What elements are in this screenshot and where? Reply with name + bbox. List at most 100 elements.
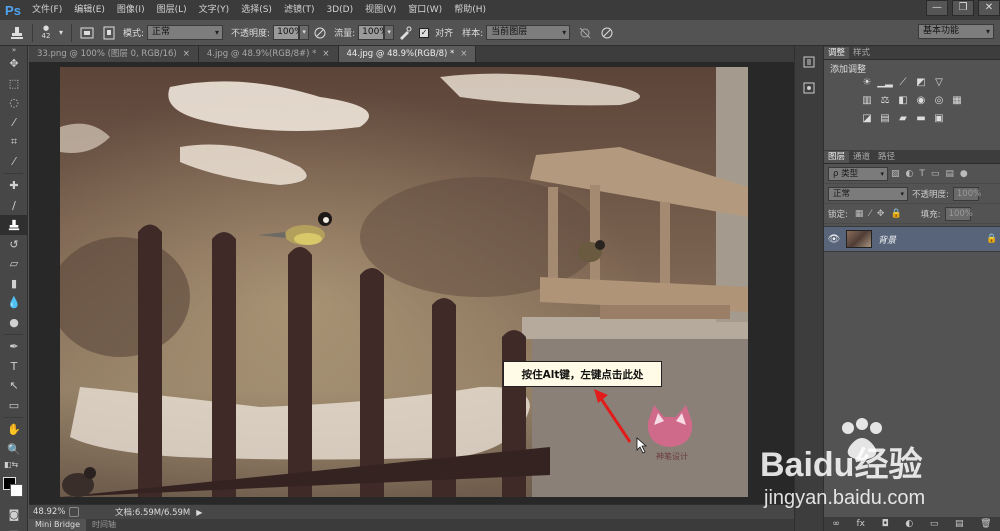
new-adjustment-icon[interactable]: ◐ — [905, 519, 913, 529]
brush-panel-toggle-icon[interactable] — [76, 23, 98, 43]
new-group-icon[interactable]: ▭ — [930, 519, 939, 529]
layer-style-icon[interactable]: fx — [856, 519, 865, 529]
workspace-select[interactable]: 基本功能 — [918, 24, 994, 39]
menu-help[interactable]: 帮助(H) — [448, 0, 492, 20]
eraser-tool-icon[interactable]: ▱ — [0, 254, 28, 274]
filter-smart-object-icon[interactable]: ▤ — [945, 169, 954, 179]
ignore-adjustment-layers-icon[interactable] — [574, 23, 596, 43]
spot-healing-tool-icon[interactable]: ✚ — [0, 176, 28, 196]
layer-kind-select[interactable]: ρ 类型 — [828, 166, 888, 181]
hue-saturation-icon[interactable]: ▥ — [858, 94, 876, 108]
blur-tool-icon[interactable]: 💧 — [0, 293, 28, 313]
tab-timeline[interactable]: 时间轴 — [86, 519, 122, 531]
canvas-area[interactable]: 神笔设计 按住Alt键，左键点击此处 — [29, 62, 794, 504]
menu-filter[interactable]: 滤镜(T) — [278, 0, 321, 20]
tab-paths[interactable]: 路径 — [874, 151, 899, 163]
history-panel-icon[interactable] — [798, 52, 820, 72]
menu-window[interactable]: 窗口(W) — [402, 0, 448, 20]
gradient-map-icon[interactable]: ▬ — [912, 112, 930, 126]
quick-selection-tool-icon[interactable]: ⁄ — [0, 113, 28, 133]
color-lookup-icon[interactable]: ▦ — [948, 94, 966, 108]
screen-mode-icon[interactable]: ▣ — [0, 525, 28, 531]
vibrance-icon[interactable]: ▽ — [930, 76, 948, 90]
restore-button[interactable]: ❐ — [952, 0, 974, 16]
move-tool-icon[interactable]: ✥ — [0, 54, 28, 74]
aligned-checkbox[interactable]: ✓ — [419, 27, 430, 38]
menu-image[interactable]: 图像(I) — [111, 0, 151, 20]
close-tab-icon[interactable]: × — [183, 46, 190, 62]
tab-layers[interactable]: 图层 — [824, 151, 850, 163]
menu-3d[interactable]: 3D(D) — [320, 0, 359, 20]
zoom-tool-icon[interactable]: 🔍 — [0, 440, 28, 460]
menu-select[interactable]: 选择(S) — [235, 0, 278, 20]
status-menu-icon[interactable] — [69, 507, 79, 517]
pen-tool-icon[interactable]: ✒ — [0, 337, 28, 357]
opacity-dropdown-icon[interactable]: ▾ — [299, 25, 310, 40]
color-balance-icon[interactable]: ⚖ — [876, 94, 894, 108]
status-arrow-icon[interactable]: ▶ — [196, 508, 202, 517]
brush-preset-picker[interactable]: ● 42 — [37, 23, 55, 43]
menu-type[interactable]: 文字(Y) — [193, 0, 236, 20]
filter-toggle-icon[interactable]: ● — [960, 169, 968, 179]
zoom-level[interactable]: 48.92% — [29, 507, 65, 517]
close-tab-icon[interactable]: × — [460, 46, 467, 62]
lock-transparent-icon[interactable]: ▦ — [855, 209, 864, 219]
clone-stamp-tool-icon[interactable] — [0, 215, 28, 235]
close-button[interactable]: ✕ — [978, 0, 1000, 16]
clone-source-panel-icon[interactable] — [98, 23, 120, 43]
brush-dropdown-icon[interactable]: ▾ — [55, 23, 67, 43]
new-layer-icon[interactable]: ▤ — [955, 519, 964, 529]
exposure-icon[interactable]: ◩ — [912, 76, 930, 90]
menu-view[interactable]: 视图(V) — [359, 0, 402, 20]
lock-all-icon[interactable]: 🔒 — [890, 209, 901, 219]
type-tool-icon[interactable]: T — [0, 357, 28, 377]
tablet-pressure-size-icon[interactable] — [596, 23, 618, 43]
document-canvas[interactable]: 神笔设计 按住Alt键，左键点击此处 — [60, 67, 748, 497]
curves-icon[interactable]: ⟋ — [894, 76, 912, 90]
brush-tool-icon[interactable]: ∕ — [0, 196, 28, 216]
tab-channels[interactable]: 通道 — [849, 151, 874, 163]
marquee-tool-icon[interactable]: ⬚ — [0, 74, 28, 94]
gradient-tool-icon[interactable]: ▮ — [0, 274, 28, 294]
hand-tool-icon[interactable]: ✋ — [0, 420, 28, 440]
sample-select[interactable]: 当前图层 — [486, 25, 571, 40]
delete-layer-icon[interactable]: 🗑 — [980, 519, 991, 529]
quick-mask-icon[interactable]: ◙ — [0, 505, 28, 525]
airbrush-icon[interactable] — [394, 23, 416, 43]
tab-adjustments[interactable]: 调整 — [824, 47, 850, 59]
mode-select[interactable]: 正常 — [147, 25, 224, 40]
add-mask-icon[interactable]: ◘ — [882, 519, 889, 529]
threshold-icon[interactable]: ▰ — [894, 112, 912, 126]
layer-opacity-input[interactable]: 100% — [952, 186, 981, 201]
crop-tool-icon[interactable]: ⌗ — [0, 132, 28, 152]
path-selection-tool-icon[interactable]: ↖ — [0, 376, 28, 396]
document-tab[interactable]: 33.png @ 100% (图层 0, RGB/16) × — [29, 46, 199, 62]
dodge-tool-icon[interactable]: ● — [0, 313, 28, 333]
lock-position-icon[interactable]: ✥ — [877, 209, 885, 219]
fill-input[interactable]: 100% — [944, 206, 973, 221]
lock-pixels-icon[interactable]: ⁄ — [869, 209, 871, 219]
filter-type-icon[interactable]: T — [919, 169, 925, 179]
channel-mixer-icon[interactable]: ◎ — [930, 94, 948, 108]
clone-stamp-tool-preset-icon[interactable] — [6, 23, 28, 43]
filter-pixel-icon[interactable]: ▧ — [891, 169, 900, 179]
lasso-tool-icon[interactable]: ◌ — [0, 93, 28, 113]
flow-input[interactable]: 100% — [358, 25, 388, 40]
default-colors-icon[interactable]: ◧⇆ — [0, 459, 28, 469]
layer-row-background[interactable]: 👁 背景 🔒 — [824, 226, 1000, 252]
flow-dropdown-icon[interactable]: ▾ — [384, 25, 395, 40]
document-tab-active[interactable]: 44.jpg @ 48.9%(RGB/8) * × — [338, 46, 477, 62]
minimize-button[interactable]: — — [926, 0, 948, 16]
filter-shape-icon[interactable]: ▭ — [931, 169, 940, 179]
shape-tool-icon[interactable]: ▭ — [0, 396, 28, 416]
invert-icon[interactable]: ◪ — [858, 112, 876, 126]
properties-panel-icon[interactable] — [798, 78, 820, 98]
menu-layer[interactable]: 图层(L) — [151, 0, 193, 20]
history-brush-tool-icon[interactable]: ↺ — [0, 235, 28, 255]
eyedropper-tool-icon[interactable]: ⁄ — [0, 152, 28, 172]
visibility-eye-icon[interactable]: 👁 — [824, 234, 844, 245]
tablet-pressure-opacity-icon[interactable] — [309, 23, 331, 43]
selective-color-icon[interactable]: ▣ — [930, 112, 948, 126]
background-color-swatch[interactable] — [10, 484, 23, 497]
tab-mini-bridge[interactable]: Mini Bridge — [29, 519, 87, 531]
